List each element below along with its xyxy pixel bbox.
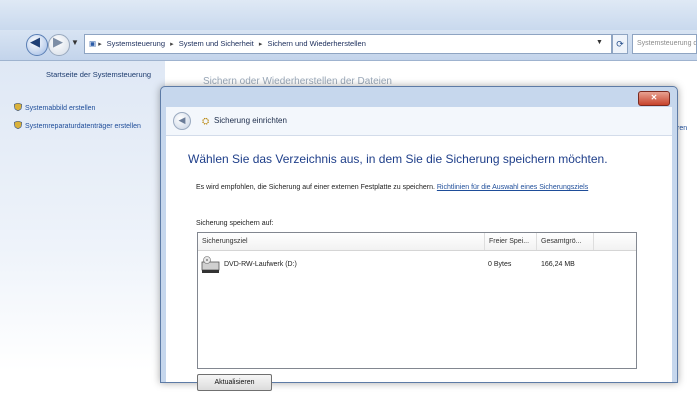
address-toolbar: ◀ ▶ ▼ ▣ ▸ Systemsteuerung ▸ System und S… xyxy=(0,30,697,61)
window-titlebar xyxy=(0,0,697,30)
breadcrumb-separator-icon: ▸ xyxy=(258,41,263,48)
backup-setup-dialog: ✕ ◀ ⛭ Sicherung einrichten Wählen Sie da… xyxy=(160,86,678,391)
dialog-instruction: Wählen Sie das Verzeichnis aus, in dem S… xyxy=(188,152,608,166)
column-header-total-size[interactable]: Gesamtgrö... xyxy=(537,233,594,250)
dialog-back-button[interactable]: ◀ xyxy=(173,112,191,130)
address-bar[interactable]: ▣ ▸ Systemsteuerung ▸ System und Sicherh… xyxy=(84,34,612,54)
control-panel-window: ◀ ▶ ▼ ▣ ▸ Systemsteuerung ▸ System und S… xyxy=(0,0,697,403)
sidebar-home-link[interactable]: Startseite der Systemsteuerung xyxy=(46,70,151,79)
breadcrumb-item[interactable]: Sichern und Wiederherstellen xyxy=(264,39,368,48)
search-input[interactable]: Systemsteuerung durchsuchen xyxy=(632,34,697,54)
shield-icon xyxy=(14,121,22,129)
backup-target-list[interactable]: Sicherungsziel Freier Spei... Gesamtgrö.… xyxy=(197,232,637,369)
breadcrumb-item[interactable]: System und Sicherheit xyxy=(176,39,257,48)
drive-free-space: 0 Bytes xyxy=(488,261,512,268)
breadcrumb-separator-icon: ▸ xyxy=(170,41,174,48)
recommendation-text: Es wird empfohlen, die Sicherung auf ein… xyxy=(196,183,651,193)
drive-total-size: 166,24 MB xyxy=(541,261,575,268)
refresh-button[interactable]: Aktualisieren xyxy=(197,374,272,391)
forward-arrow-icon: ▶ xyxy=(53,34,63,49)
breadcrumb-item[interactable]: Systemsteuerung xyxy=(104,39,168,48)
control-panel-icon: ▣ xyxy=(89,39,97,48)
shield-icon xyxy=(14,103,22,111)
sidebar: Startseite der Systemsteuerung Systemabb… xyxy=(0,61,165,371)
recent-pages-dropdown-icon[interactable]: ▼ xyxy=(71,38,79,47)
address-dropdown-icon[interactable]: ▼ xyxy=(596,34,603,52)
dialog-title: Sicherung einrichten xyxy=(214,116,287,125)
dvd-drive-icon xyxy=(201,256,220,273)
list-header: Sicherungsziel Freier Spei... Gesamtgrö.… xyxy=(198,233,636,251)
save-location-label: Sicherung speichern auf: xyxy=(196,220,274,227)
back-arrow-icon: ◀ xyxy=(30,34,40,49)
column-header-free-space[interactable]: Freier Spei... xyxy=(485,233,537,250)
drive-name: DVD-RW-Laufwerk (D:) xyxy=(224,261,297,268)
backup-target-guidelines-link[interactable]: Richtlinien für die Auswahl eines Sicher… xyxy=(437,184,588,191)
close-button[interactable]: ✕ xyxy=(638,91,670,106)
main-link-fragment[interactable]: ren xyxy=(677,125,687,132)
recommendation-label: Es wird empfohlen, die Sicherung auf ein… xyxy=(196,184,435,191)
dialog-body: Wählen Sie das Verzeichnis aus, in dem S… xyxy=(166,136,672,391)
column-header-target[interactable]: Sicherungsziel xyxy=(198,233,485,250)
sidebar-item-label: Systemabbild erstellen xyxy=(25,105,96,112)
backup-icon: ⛭ xyxy=(202,116,210,126)
breadcrumb-separator-icon: ▸ xyxy=(98,41,104,48)
sidebar-item-label: Systemreparaturdatenträger erstellen xyxy=(25,123,141,130)
list-item[interactable]: DVD-RW-Laufwerk (D:) 0 Bytes 166,24 MB xyxy=(198,254,636,278)
sidebar-item-system-image[interactable]: Systemabbild erstellen xyxy=(14,103,95,113)
refresh-icon[interactable]: ⟳ xyxy=(612,34,628,54)
sidebar-item-repair-disc[interactable]: Systemreparaturdatenträger erstellen xyxy=(14,121,164,131)
dialog-header: ◀ ⛭ Sicherung einrichten xyxy=(166,107,672,136)
